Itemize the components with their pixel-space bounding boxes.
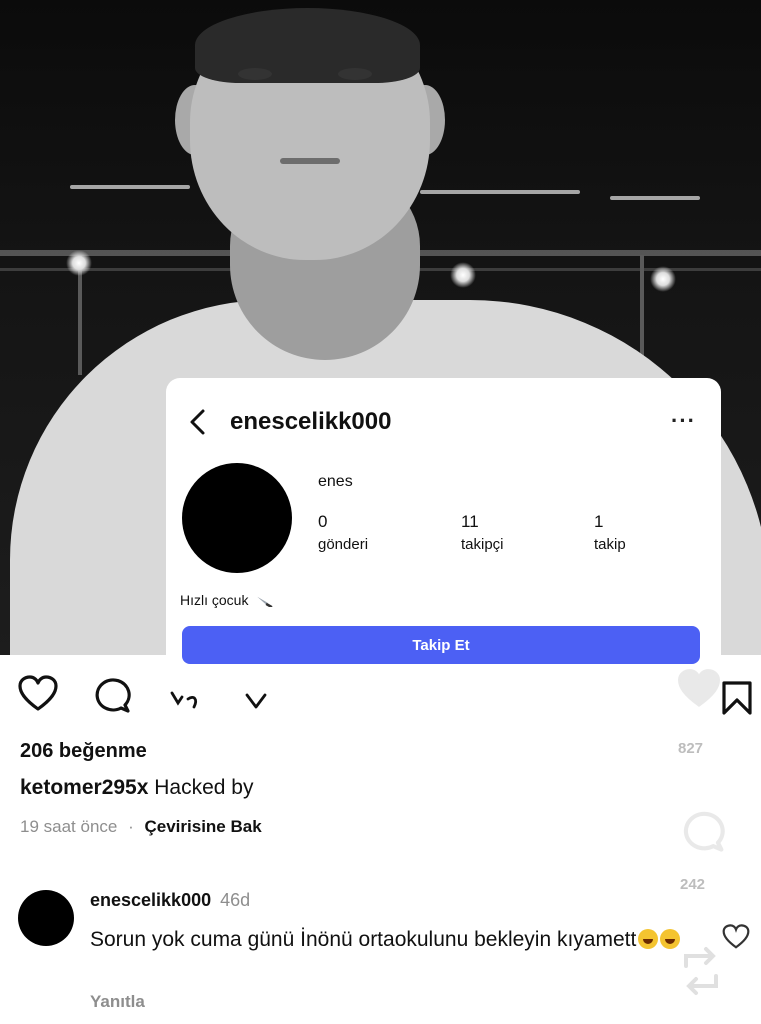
chevron-down-icon[interactable] <box>244 691 268 711</box>
profile-display-name: enes <box>318 473 353 490</box>
likes-count[interactable]: 206 beğenme <box>20 740 147 763</box>
translate-link[interactable]: Çevirisine Bak <box>145 817 262 836</box>
caption-username[interactable]: ketomer295x <box>20 776 148 799</box>
knife-icon <box>257 597 273 608</box>
bio-text: Hızlı çocuk <box>180 592 249 608</box>
reel-comment-icon[interactable] <box>680 808 726 852</box>
comment-age: 46d <box>220 890 251 910</box>
reel-like-count: 827 <box>678 740 704 757</box>
stat-following-label: takip <box>594 536 626 553</box>
stat-following[interactable]: 1 takip <box>594 512 626 553</box>
laughing-emoji <box>638 929 659 949</box>
bookmark-icon[interactable] <box>720 680 754 716</box>
meta-separator: · <box>128 817 134 836</box>
profile-bio: Hızlı çocuk <box>180 592 276 608</box>
reel-comment-count: 242 <box>680 876 706 893</box>
heart-icon[interactable] <box>18 675 58 713</box>
more-icon[interactable]: ··· <box>671 408 696 434</box>
stat-followers-value: 11 <box>461 512 479 531</box>
reel-heart-icon[interactable] <box>676 668 722 710</box>
post-time: 19 saat önce <box>20 817 118 836</box>
stat-followers[interactable]: 11 takipçi <box>461 512 504 553</box>
comment-like-icon[interactable] <box>722 924 750 950</box>
reply-button[interactable]: Yanıtla <box>90 992 145 1012</box>
chevron-left-icon[interactable] <box>188 408 208 436</box>
comment-text: Sorun yok cuma günü İnönü ortaokulunu be… <box>90 925 690 955</box>
comment-header: enescelikk000 46d <box>90 890 250 911</box>
stat-posts-label: gönderi <box>318 536 369 553</box>
stat-following-value: 1 <box>594 512 604 531</box>
comment-body: Sorun yok cuma günü İnönü ortaokulunu be… <box>90 928 637 951</box>
comment-avatar[interactable] <box>18 890 74 946</box>
share-icon[interactable] <box>168 685 204 715</box>
comment-username[interactable]: enescelikk000 <box>90 890 211 910</box>
profile-avatar[interactable] <box>182 463 292 573</box>
stat-posts-value: 0 <box>318 512 328 531</box>
caption-text: Hacked by <box>154 776 254 799</box>
post-meta: 19 saat önce · Çevirisine Bak <box>20 817 262 837</box>
stat-followers-label: takipçi <box>461 536 504 553</box>
profile-card: enescelikk000 ··· enes 0 gönderi 11 taki… <box>166 378 721 668</box>
stat-posts[interactable]: 0 gönderi <box>318 512 368 553</box>
laughing-emoji <box>660 929 681 949</box>
profile-username: enescelikk000 <box>230 408 392 435</box>
follow-button[interactable]: Takip Et <box>182 626 700 664</box>
comment-icon[interactable] <box>92 675 132 713</box>
post-caption: ketomer295x Hacked by <box>20 776 253 800</box>
